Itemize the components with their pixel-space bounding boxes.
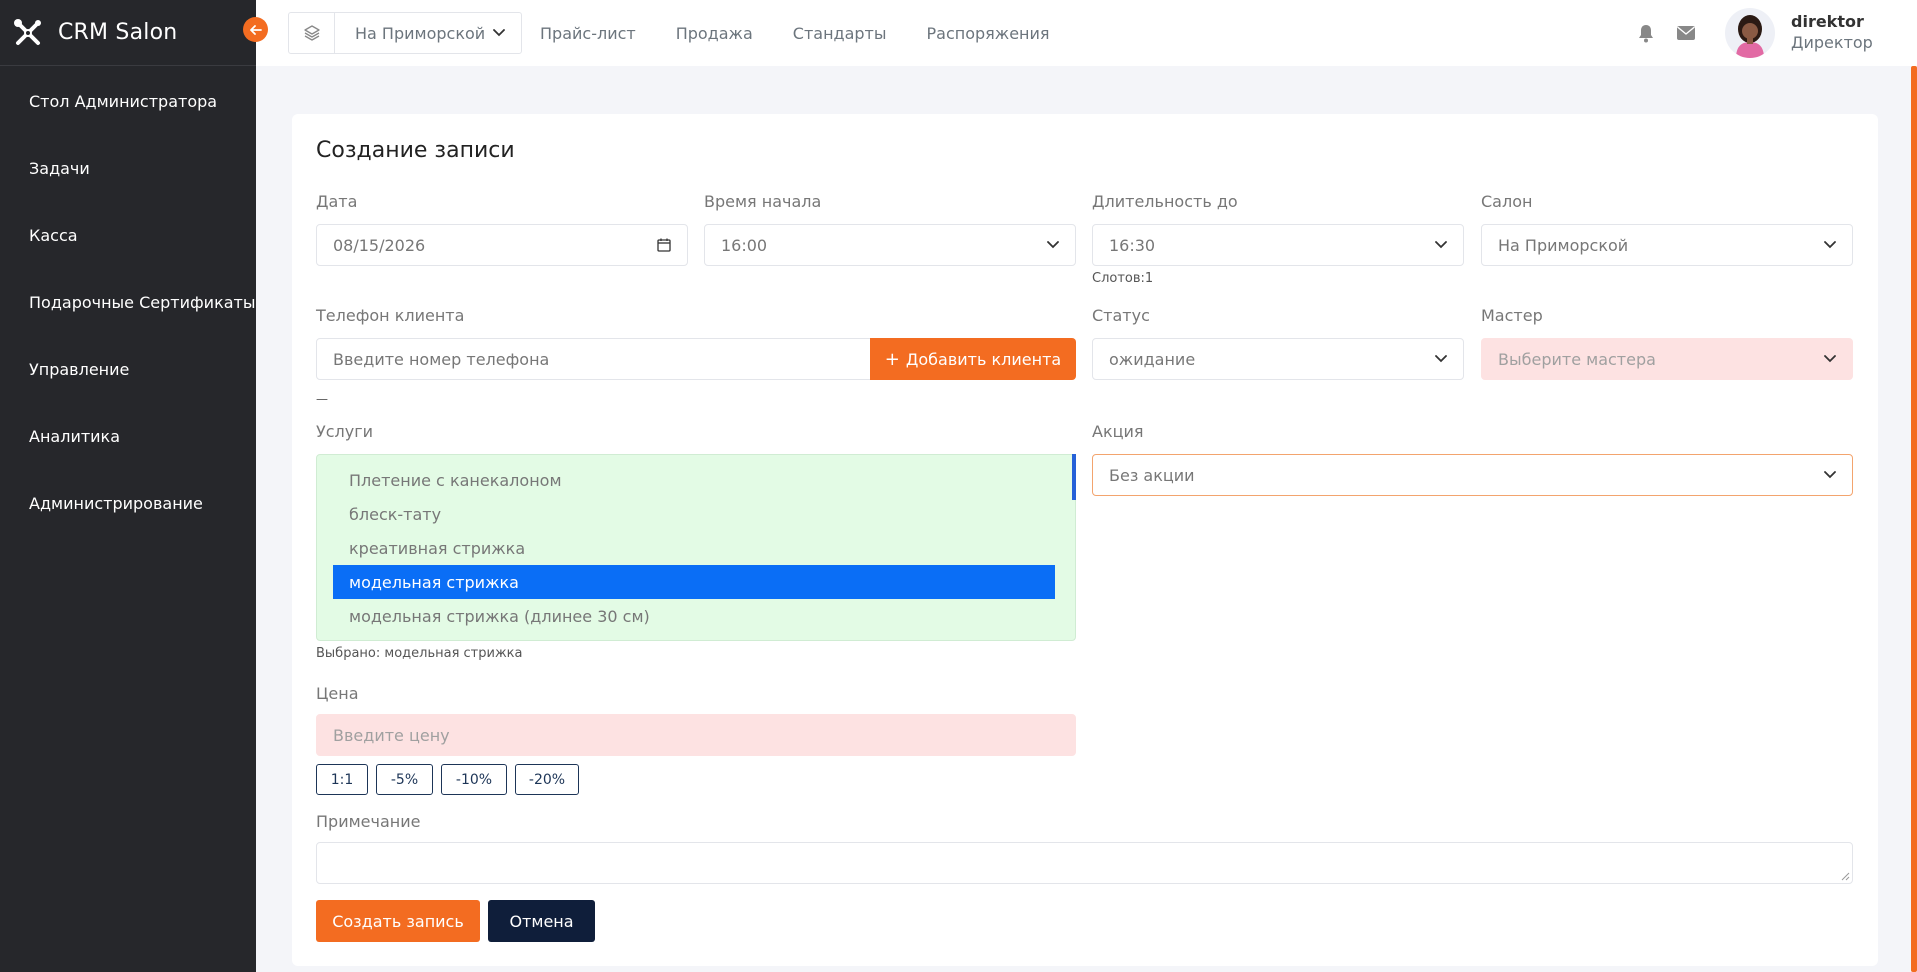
price-1-1-button[interactable]: 1:1 — [316, 764, 368, 795]
create-appointment-button[interactable]: Создать запись — [316, 900, 480, 942]
page-scrollbar[interactable] — [1911, 66, 1917, 972]
services-label: Услуги — [316, 422, 374, 441]
master-select[interactable]: Выберите мастера — [1481, 338, 1853, 380]
services-listbox[interactable]: Плетение с канекалоном блеск-тату креати… — [316, 454, 1076, 641]
price-modifier-buttons: 1:1 -5% -10% -20% — [316, 764, 587, 795]
chevron-down-icon — [1824, 355, 1836, 363]
service-option[interactable]: креативная стрижка — [333, 531, 1055, 565]
phone-input[interactable]: Введите номер телефона — [316, 338, 872, 380]
start-time-select[interactable]: 16:00 — [704, 224, 1076, 266]
top-nav: Прайс-лист Продажа Стандарты Распоряжени… — [540, 0, 1090, 66]
duration-select[interactable]: 16:30 — [1092, 224, 1464, 266]
start-time-value: 16:00 — [721, 235, 768, 255]
promo-select[interactable]: Без акции — [1092, 454, 1853, 496]
salon-label: Салон — [1481, 192, 1533, 211]
top-nav-standards[interactable]: Стандарты — [793, 24, 887, 43]
user-info[interactable]: direktor Директор — [1791, 12, 1917, 54]
add-client-label: Добавить клиента — [905, 349, 1062, 369]
salon-value: На Приморской — [1498, 235, 1629, 255]
page-title: Создание записи — [316, 138, 515, 163]
sidebar-item-tasks[interactable]: Задачи — [0, 135, 256, 202]
price-label: Цена — [316, 684, 359, 703]
chevron-down-icon — [1047, 241, 1059, 249]
price-minus-10-button[interactable]: -10% — [441, 764, 507, 795]
add-client-button[interactable]: + Добавить клиента — [870, 338, 1076, 380]
top-bar: На Приморской Прайс-лист Продажа Стандар… — [256, 0, 1917, 66]
date-value: 08/15/2026 — [333, 235, 426, 255]
sidebar: CRM Salon Стол Администратора Задачи Кас… — [0, 0, 256, 972]
top-right: direktor Директор — [1635, 0, 1917, 66]
price-minus-5-button[interactable]: -5% — [376, 764, 433, 795]
top-nav-price-list[interactable]: Прайс-лист — [540, 24, 636, 43]
chevron-down-icon — [1435, 241, 1447, 249]
sidebar-item-administration[interactable]: Администрирование — [0, 470, 256, 537]
start-time-label: Время начала — [704, 192, 822, 211]
sidebar-item-management[interactable]: Управление — [0, 336, 256, 403]
note-textarea[interactable] — [316, 842, 1853, 884]
price-input[interactable]: Введите цену — [316, 714, 1076, 756]
promo-label: Акция — [1092, 422, 1144, 441]
create-appointment-card: Создание записи Дата 08/15/2026 Время на… — [292, 114, 1878, 966]
calendar-icon[interactable] — [657, 238, 671, 252]
phone-label: Телефон клиента — [316, 306, 465, 325]
duration-value: 16:30 — [1109, 235, 1156, 255]
layers-icon — [289, 13, 335, 53]
sidebar-collapse-button[interactable] — [243, 17, 268, 42]
service-option[interactable]: Плетение с канекалоном — [333, 463, 1055, 497]
sidebar-nav: Стол Администратора Задачи Касса Подароч… — [0, 66, 256, 537]
top-nav-sales[interactable]: Продажа — [676, 24, 753, 43]
salon-switcher-value: На Приморской — [355, 23, 486, 43]
resize-handle-icon[interactable] — [1840, 871, 1850, 881]
crossed-tools-icon — [14, 18, 41, 45]
sidebar-item-gift-certificates[interactable]: Подарочные Сертификаты — [0, 269, 256, 336]
arrow-left-icon — [249, 24, 262, 35]
chevron-down-icon — [1435, 355, 1447, 363]
phone-placeholder: Введите номер телефона — [333, 349, 550, 369]
sidebar-item-analytics[interactable]: Аналитика — [0, 403, 256, 470]
chevron-down-icon — [493, 29, 505, 37]
plus-icon: + — [884, 348, 900, 370]
user-role: Директор — [1791, 33, 1873, 52]
service-option[interactable]: модельная стрижка (длинее 30 см) — [333, 599, 1055, 633]
services-scrollbar[interactable] — [1072, 454, 1076, 500]
salon-select[interactable]: На Приморской — [1481, 224, 1853, 266]
master-placeholder: Выберите мастера — [1498, 349, 1656, 369]
user-name: direktor — [1791, 12, 1864, 32]
services-selected-text: Выбрано: модельная стрижка — [316, 646, 523, 661]
status-select[interactable]: ожидание — [1092, 338, 1464, 380]
service-option-selected[interactable]: модельная стрижка — [333, 565, 1055, 599]
status-value: ожидание — [1109, 349, 1196, 369]
sidebar-item-cashbox[interactable]: Касса — [0, 202, 256, 269]
service-option[interactable]: блеск-тату — [333, 497, 1055, 531]
cancel-button[interactable]: Отмена — [488, 900, 595, 942]
duration-label: Длительность до — [1092, 192, 1238, 211]
salon-switcher[interactable]: На Приморской — [288, 12, 522, 54]
note-label: Примечание — [316, 812, 421, 831]
price-minus-20-button[interactable]: -20% — [515, 764, 579, 795]
client-hint: — — [316, 392, 328, 406]
price-placeholder: Введите цену — [333, 725, 450, 745]
date-label: Дата — [316, 192, 358, 211]
slots-hint: Слотов:1 — [1092, 271, 1154, 286]
top-nav-orders[interactable]: Распоряжения — [927, 24, 1050, 43]
envelope-icon[interactable] — [1675, 22, 1697, 44]
promo-value: Без акции — [1109, 465, 1195, 485]
avatar[interactable] — [1725, 8, 1775, 58]
status-label: Статус — [1092, 306, 1150, 325]
bell-icon[interactable] — [1635, 22, 1657, 44]
sidebar-item-admin-desk[interactable]: Стол Администратора — [0, 68, 256, 135]
app-name: CRM Salon — [58, 20, 178, 45]
master-label: Мастер — [1481, 306, 1543, 325]
brand[interactable]: CRM Salon — [0, 0, 256, 66]
chevron-down-icon — [1824, 241, 1836, 249]
date-input[interactable]: 08/15/2026 — [316, 224, 688, 266]
chevron-down-icon — [1824, 471, 1836, 479]
